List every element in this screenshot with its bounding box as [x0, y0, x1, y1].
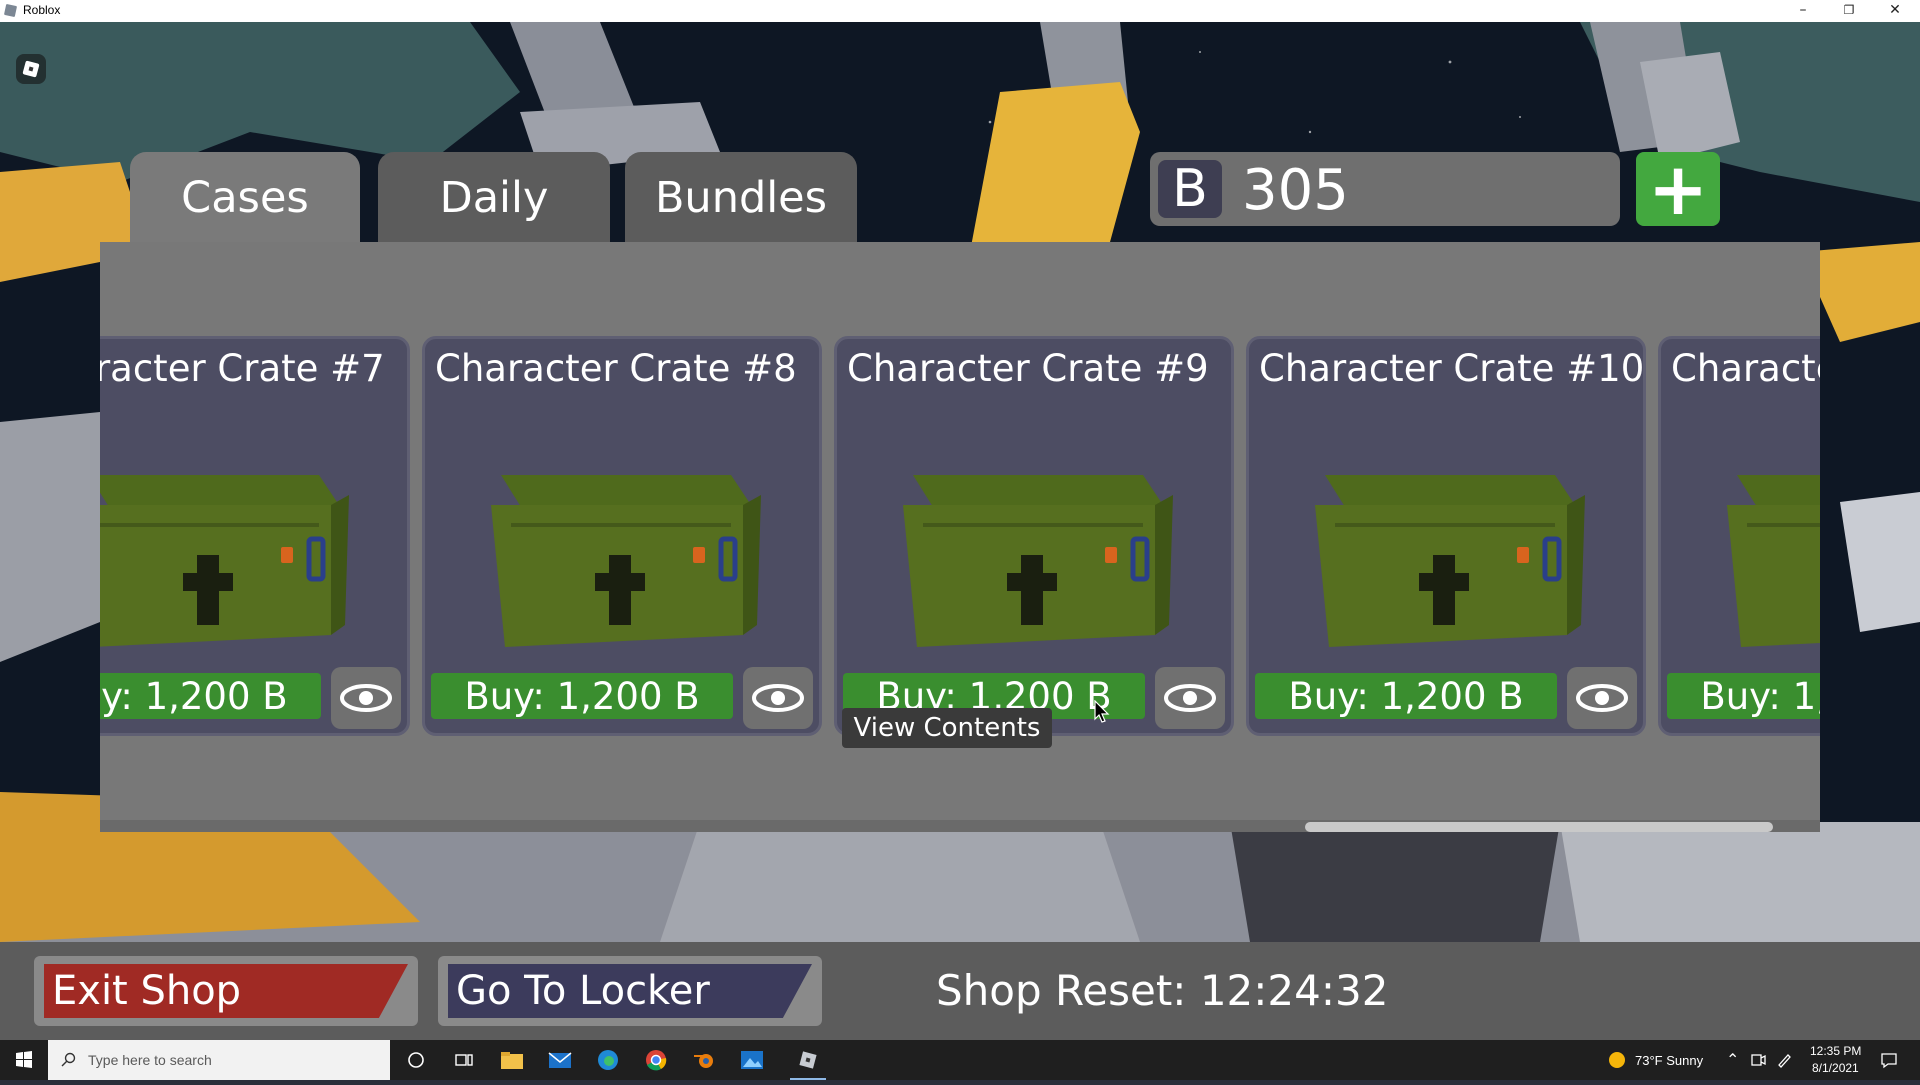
weather-text[interactable]: 73°F Sunny	[1635, 1053, 1703, 1068]
taskbar: Type here to search 73°F Sunny ⌃ 12:35 P…	[0, 1040, 1920, 1080]
minimize-icon[interactable]: –	[1780, 0, 1826, 22]
shop-bottom-bar: Exit Shop Go To Locker Shop Reset: 12:24…	[0, 942, 1920, 1040]
windows-icon	[16, 1051, 32, 1068]
crate-icon	[491, 475, 761, 647]
close-icon[interactable]: ✕	[1872, 0, 1918, 22]
window-title: Roblox	[23, 3, 61, 17]
photos-icon[interactable]	[728, 1040, 776, 1080]
roblox-menu-button[interactable]	[16, 54, 46, 84]
tray-overflow-chevron-icon[interactable]: ⌃	[1726, 1050, 1739, 1070]
crate-title: Character Crate #9	[847, 347, 1209, 390]
mouse-cursor-icon	[1094, 700, 1110, 723]
crate-icon	[1727, 475, 1820, 647]
tab-daily[interactable]: Daily	[378, 152, 610, 244]
task-view-icon[interactable]	[440, 1040, 488, 1080]
crate-list: Character Crate #7 Buy: 1,200 B Characte…	[100, 336, 1820, 736]
crate-title: Character Crate #10	[1259, 347, 1645, 390]
crate-card: Character Crate #8 Buy: 1,200 B	[422, 336, 822, 736]
bux-icon: B	[1158, 159, 1222, 219]
crate-title: Character Crate #11	[1671, 347, 1820, 390]
buy-crate-button[interactable]: Buy: 1,200 B	[1255, 673, 1557, 719]
tab-bundles[interactable]: Bundles	[625, 152, 857, 244]
window-titlebar: Roblox – ❐ ✕	[0, 0, 1920, 23]
crate-icon	[1315, 475, 1585, 647]
go-to-locker-button[interactable]: Go To Locker	[438, 956, 822, 1026]
notifications-icon[interactable]	[1880, 1051, 1898, 1069]
chrome-icon[interactable]	[632, 1040, 680, 1080]
crate-icon	[903, 475, 1173, 647]
start-button[interactable]	[0, 1040, 48, 1080]
pen-icon[interactable]	[1776, 1052, 1792, 1068]
roblox-logo-icon	[22, 60, 40, 78]
blender-icon[interactable]	[680, 1040, 728, 1080]
view-contents-button[interactable]	[331, 667, 401, 729]
buy-crate-button[interactable]: Buy: 1,200 B	[431, 673, 733, 719]
cortana-icon[interactable]	[392, 1040, 440, 1080]
tab-cases[interactable]: Cases	[130, 152, 360, 244]
eye-icon	[1576, 684, 1628, 712]
crate-icon	[100, 475, 349, 647]
weather-sun-icon	[1609, 1052, 1625, 1068]
exit-shop-label: Exit Shop	[44, 964, 408, 1018]
meet-now-icon[interactable]	[1750, 1052, 1766, 1068]
carousel-scrollbar-thumb[interactable]	[1305, 822, 1773, 832]
exit-shop-button[interactable]: Exit Shop	[34, 956, 418, 1026]
clock-time[interactable]: 12:35 PM	[1810, 1044, 1861, 1058]
buy-crate-button[interactable]: Buy: 1,200 B	[1667, 673, 1820, 719]
taskbar-search[interactable]: Type here to search	[48, 1040, 390, 1080]
crate-card: Character Crate #10 Buy: 1,200 B	[1246, 336, 1646, 736]
search-icon	[61, 1052, 76, 1067]
buy-crate-button[interactable]: Buy: 1,200 B	[100, 673, 321, 719]
file-explorer-icon[interactable]	[488, 1040, 536, 1080]
roblox-app-icon	[3, 3, 18, 18]
view-contents-button[interactable]	[1567, 667, 1637, 729]
restore-icon[interactable]: ❐	[1826, 0, 1872, 22]
add-currency-button[interactable]: +	[1636, 152, 1720, 226]
currency-amount: 305	[1242, 158, 1349, 223]
view-contents-tooltip: View Contents	[842, 708, 1052, 748]
eye-icon	[1164, 684, 1216, 712]
crate-title: Character Crate #7	[100, 347, 385, 390]
crate-card: Character Crate #9 Buy: 1,200 B	[834, 336, 1234, 736]
currency-display: B 305	[1150, 152, 1620, 226]
view-contents-button[interactable]	[1155, 667, 1225, 729]
eye-icon	[752, 684, 804, 712]
crate-card: Character Crate #7 Buy: 1,200 B	[100, 336, 410, 736]
view-contents-button[interactable]	[743, 667, 813, 729]
shop-reset-timer: Shop Reset: 12:24:32	[936, 966, 1389, 1015]
edge-icon[interactable]	[584, 1040, 632, 1080]
roblox-icon[interactable]	[784, 1040, 832, 1080]
crate-title: Character Crate #8	[435, 347, 797, 390]
go-to-locker-label: Go To Locker	[448, 964, 812, 1018]
mail-icon[interactable]	[536, 1040, 584, 1080]
eye-icon	[340, 684, 392, 712]
clock-date[interactable]: 8/1/2021	[1812, 1061, 1859, 1075]
taskbar-search-placeholder: Type here to search	[88, 1052, 212, 1068]
crate-card: Character Crate #11 Buy: 1,200 B	[1658, 336, 1820, 736]
